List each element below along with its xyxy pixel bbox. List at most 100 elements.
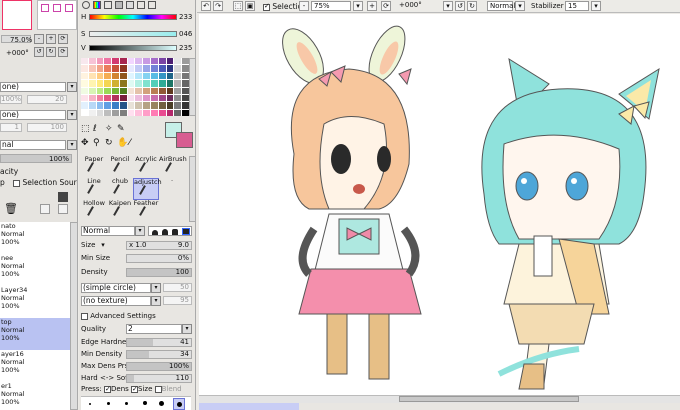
color-swatch[interactable] (182, 80, 189, 87)
hsv-slider-icon[interactable] (104, 1, 112, 9)
canvas-scroll-thumb[interactable] (399, 396, 579, 402)
tool-scrollbar[interactable] (189, 156, 195, 222)
color-swatch[interactable] (88, 94, 96, 102)
mixer-icon[interactable] (115, 1, 123, 9)
color-swatch[interactable] (158, 72, 166, 80)
zoom-in-toolbar-button[interactable]: + (367, 1, 377, 11)
hue-slider[interactable] (89, 14, 177, 20)
color-swatch[interactable] (112, 87, 119, 94)
color-swatch[interactable] (135, 87, 143, 94)
panel-toggle-icon[interactable] (148, 1, 156, 9)
layer-list-scrollbar[interactable] (70, 222, 77, 410)
marquee-icon[interactable]: ⬚ (81, 124, 90, 134)
preset-dot[interactable] (125, 402, 128, 405)
color-swatch[interactable] (151, 102, 158, 109)
paper-texture-dropdown-arrow[interactable]: ▾ (67, 82, 77, 92)
color-swatch[interactable] (166, 87, 174, 94)
color-swatch[interactable] (174, 109, 182, 116)
brush-texture-strength[interactable]: 95 (163, 296, 192, 305)
color-swatch[interactable] (127, 80, 135, 87)
layer-item[interactable]: nato Normal 100% (0, 222, 70, 256)
color-swatch[interactable] (88, 109, 96, 116)
rgb-slider-icon[interactable] (93, 1, 101, 9)
paper-texture-dropdown[interactable]: one) (0, 82, 66, 92)
layer-item[interactable]: nee Normal 100% (0, 254, 70, 288)
color-swatch[interactable] (174, 65, 182, 72)
color-swatch[interactable] (112, 94, 119, 102)
color-swatch[interactable] (182, 58, 189, 65)
color-swatch[interactable] (119, 58, 127, 65)
color-swatch[interactable] (143, 102, 151, 109)
brush-edge-selector[interactable] (148, 226, 192, 236)
brush-shape-arrow[interactable]: ▾ (151, 283, 161, 293)
color-swatch[interactable] (143, 94, 151, 102)
color-swatch[interactable] (112, 80, 119, 87)
rotate-left-button[interactable]: ↺ (34, 47, 44, 57)
edge-hardness-slider[interactable]: 41 (126, 338, 192, 347)
preset-dot[interactable] (107, 402, 110, 405)
nav-icon-3[interactable] (65, 4, 73, 12)
undo-button[interactable]: ↶ (201, 1, 211, 11)
selection-pen-icon[interactable]: ✎ (117, 124, 125, 134)
quality-arrow[interactable]: ▾ (182, 324, 192, 334)
color-swatch[interactable] (81, 109, 88, 116)
trash-icon[interactable]: 🗑 (4, 203, 18, 214)
size-multiplier-button[interactable]: ▾ (99, 240, 107, 250)
zoom-out-toolbar-button[interactable]: - (299, 1, 309, 11)
color-swatch[interactable] (182, 109, 189, 116)
color-swatch[interactable] (104, 80, 112, 87)
brush-texture-dropdown[interactable]: (no texture) (81, 296, 151, 306)
edge-hard-icon[interactable] (172, 229, 178, 235)
color-swatch[interactable] (112, 65, 119, 72)
swatch-icon[interactable] (126, 1, 134, 9)
edge-sharp-icon[interactable] (182, 228, 190, 235)
preset-dot[interactable] (159, 401, 164, 406)
size-slider[interactable]: x 1.0 9.0 (126, 241, 192, 250)
color-swatch[interactable] (135, 109, 143, 116)
color-swatch[interactable] (96, 87, 104, 94)
texture-strength-field[interactable]: 20 (27, 95, 67, 104)
color-swatch[interactable] (104, 109, 112, 116)
color-swatch[interactable] (166, 58, 174, 65)
blend-mode-dropdown-arrow[interactable]: ▾ (67, 140, 77, 150)
brush-mode-dropdown[interactable]: Normal (81, 226, 135, 236)
tool-pencil[interactable]: Pencil (107, 156, 133, 178)
color-swatch[interactable] (127, 58, 135, 65)
deselect-button[interactable]: ⬚ (233, 1, 243, 11)
selection-source-checkbox[interactable] (13, 179, 21, 187)
tool-chub[interactable]: chub (107, 178, 133, 200)
color-swatch[interactable] (119, 109, 127, 116)
scratchpad-icon[interactable] (137, 1, 145, 9)
flip-mode-field[interactable]: Normal (487, 1, 515, 11)
saturation-slider[interactable] (89, 31, 177, 37)
color-swatch[interactable] (166, 72, 174, 80)
color-swatch[interactable] (81, 102, 88, 109)
color-swatch[interactable] (119, 102, 127, 109)
hard-soft-slider[interactable]: 110 (126, 374, 192, 383)
tool-kaipen[interactable]: Kaipen (107, 200, 133, 222)
color-swatch[interactable] (127, 102, 135, 109)
color-swatch[interactable] (174, 58, 182, 65)
brush-mode-arrow[interactable]: ▾ (135, 226, 145, 236)
color-swatch[interactable] (88, 87, 96, 94)
color-swatch[interactable] (81, 87, 88, 94)
color-swatch[interactable] (88, 80, 96, 87)
redo-button[interactable]: ↷ (213, 1, 223, 11)
color-swatch[interactable] (127, 72, 135, 80)
color-swatch[interactable] (112, 102, 119, 109)
preset-dot[interactable] (143, 401, 147, 405)
color-swatch[interactable] (143, 87, 151, 94)
brush-texture-arrow[interactable]: ▾ (151, 296, 161, 306)
color-swatch[interactable] (81, 94, 88, 102)
copy-layer-icon[interactable] (40, 204, 50, 214)
color-swatch[interactable] (104, 65, 112, 72)
color-swatch[interactable] (112, 109, 119, 116)
effect-dropdown-arrow[interactable]: ▾ (67, 110, 77, 120)
color-swatch[interactable] (135, 65, 143, 72)
navigator-view-buttons[interactable] (37, 0, 77, 30)
merge-layer-icon[interactable] (58, 204, 68, 214)
value-slider[interactable] (89, 45, 177, 51)
color-swatch[interactable] (112, 72, 119, 80)
layer-opacity-slider[interactable]: 100% (0, 154, 72, 163)
color-swatch[interactable] (151, 109, 158, 116)
